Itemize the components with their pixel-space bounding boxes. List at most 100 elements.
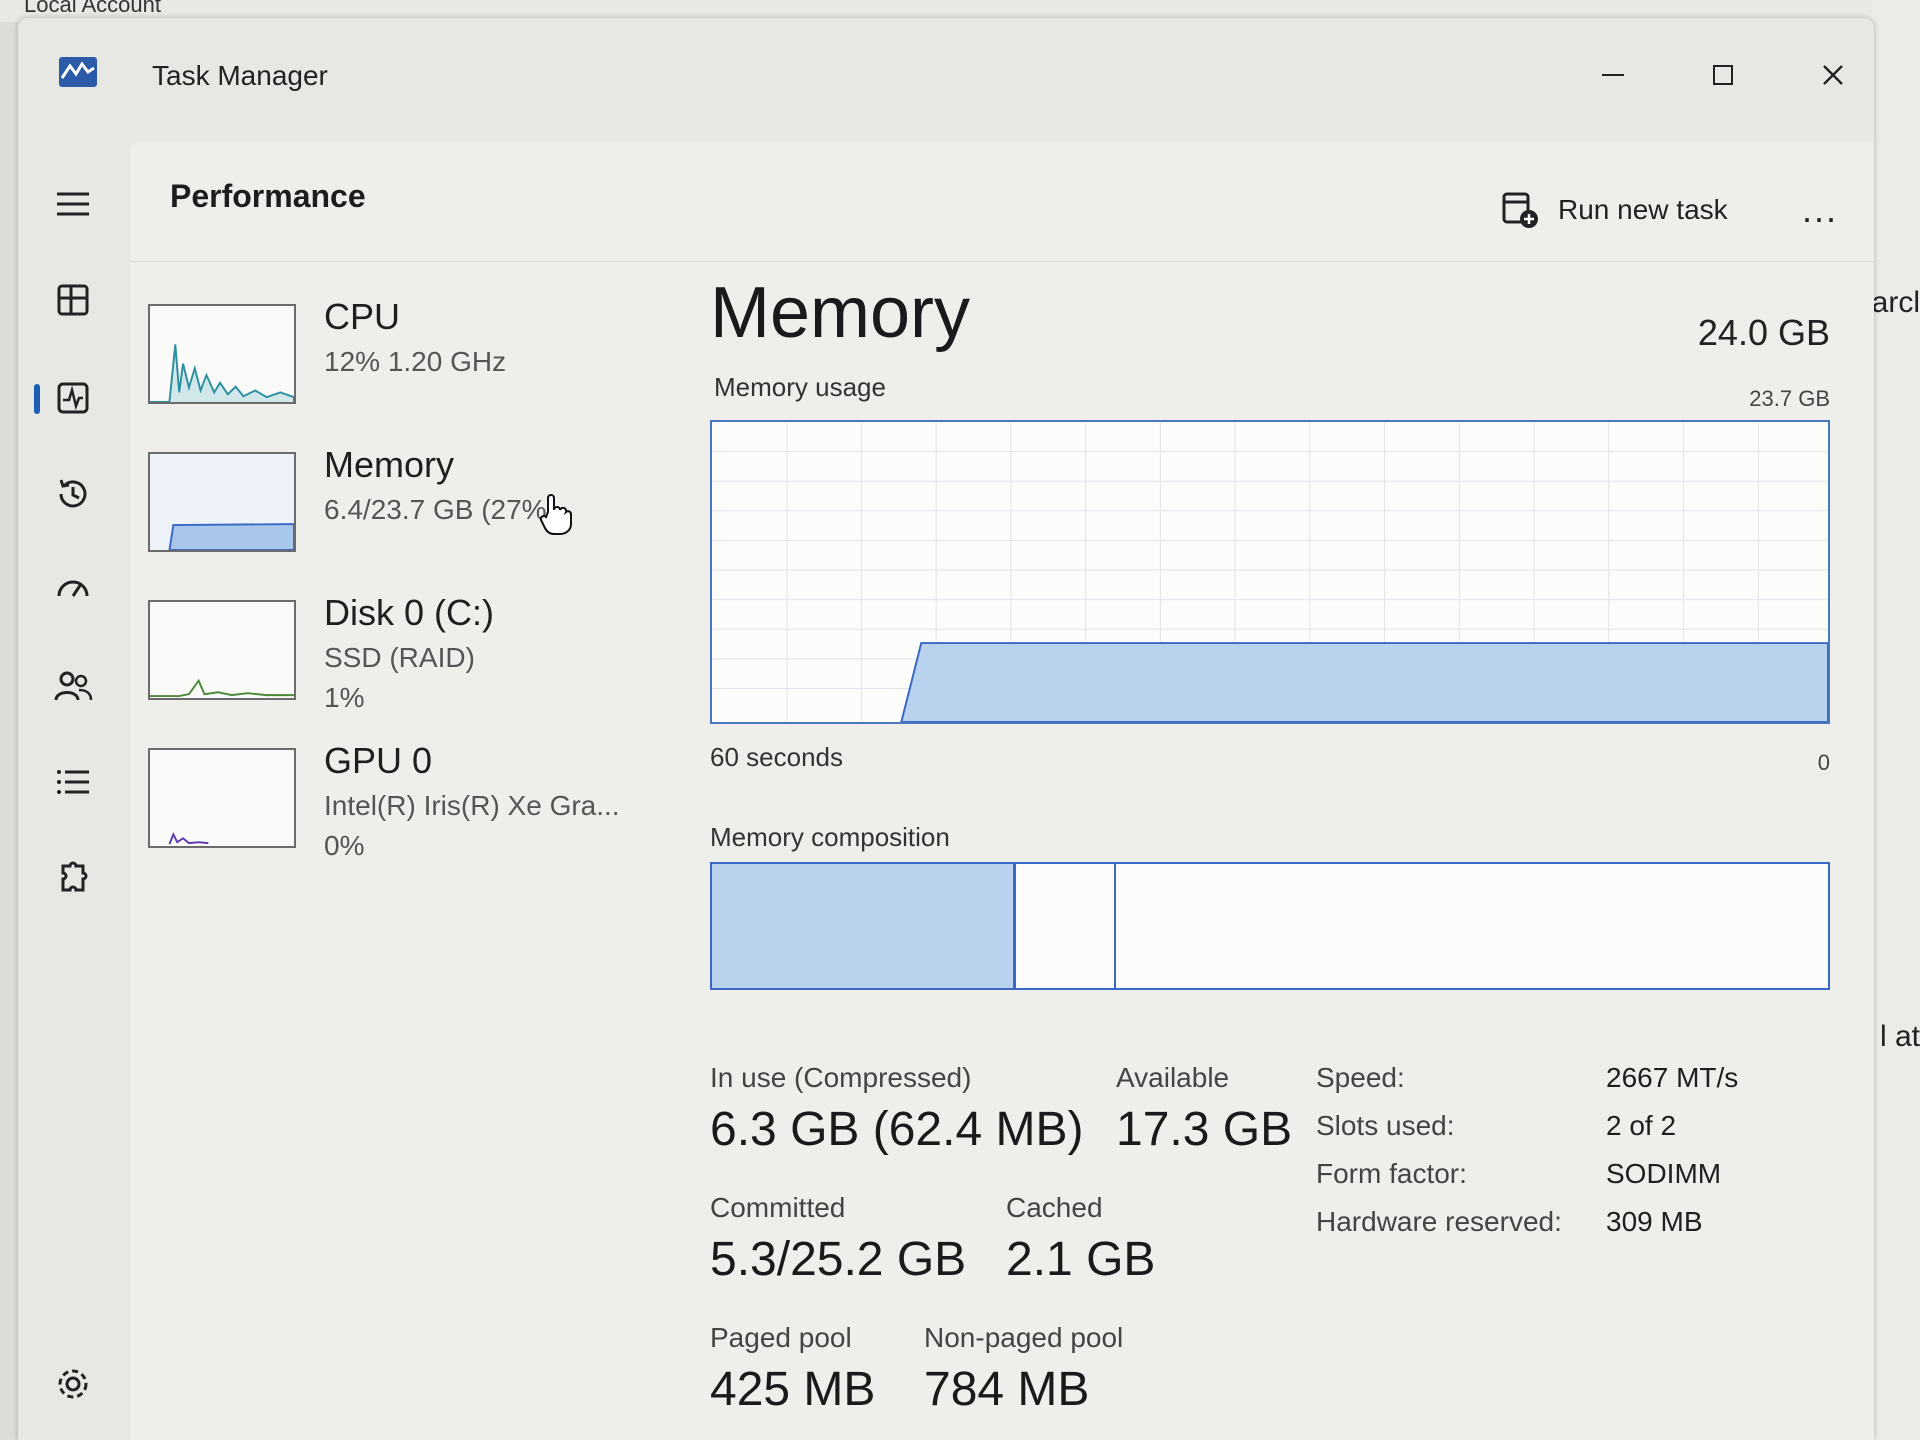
resource-detail: Intel(R) Iris(R) Xe Gra... <box>324 790 620 821</box>
stat-label: Paged pool <box>710 1322 852 1353</box>
run-task-icon <box>1502 192 1538 228</box>
resource-name: Disk 0 (C:) <box>324 592 494 633</box>
hamburger-menu-button[interactable] <box>38 174 108 234</box>
nav-users[interactable] <box>38 656 108 716</box>
resource-item-gpu[interactable]: GPU 0 Intel(R) Iris(R) Xe Gra... 0% <box>148 736 668 884</box>
minimize-button[interactable] <box>1578 48 1648 102</box>
stat-label: Available <box>1116 1062 1230 1093</box>
resource-usage: 1% <box>324 682 365 713</box>
spec-key: Slots used: <box>1316 1110 1455 1141</box>
stat-available: Available 17.3 GB <box>1116 1062 1292 1157</box>
resource-item-memory[interactable]: Memory 6.4/23.7 GB (27%) <box>148 440 668 588</box>
spec-key: Speed: <box>1316 1062 1405 1093</box>
processes-icon <box>57 284 89 316</box>
performance-content: Performance Run new task ... CPU 12% 1.2… <box>130 142 1874 1440</box>
memory-thumbnail-graph <box>148 452 296 552</box>
resource-item-cpu[interactable]: CPU 12% 1.20 GHz <box>148 292 668 440</box>
memory-title: Memory <box>710 273 971 353</box>
resource-name: Memory <box>324 444 455 485</box>
resource-detail: 12% 1.20 GHz <box>324 346 507 377</box>
memory-total: 24.0 GB <box>1697 312 1830 353</box>
memory-usage-area <box>900 642 1828 722</box>
spec-row-hardware-reserved: Hardware reserved: 309 MB <box>1316 1206 1738 1254</box>
task-manager-app-icon <box>59 57 97 87</box>
composition-modified-segment <box>1016 864 1116 988</box>
services-puzzle-icon <box>61 861 88 892</box>
stat-label: Non-paged pool <box>924 1322 1124 1353</box>
stat-cached: Cached 2.1 GB <box>1006 1192 1155 1287</box>
stat-value: 425 MB <box>710 1363 876 1416</box>
nav-app-history[interactable] <box>38 464 108 524</box>
nav-services[interactable] <box>38 848 108 908</box>
chart-time-span: 60 seconds <box>710 742 843 772</box>
spec-value: 2 of 2 <box>1606 1110 1677 1141</box>
active-indicator <box>34 384 40 414</box>
nav-processes[interactable] <box>38 270 108 330</box>
resource-name: GPU 0 <box>324 740 433 781</box>
gear-icon <box>58 1369 88 1399</box>
stat-paged-pool: Paged pool 425 MB <box>710 1322 875 1417</box>
close-button[interactable] <box>1798 48 1868 102</box>
stat-label: In use (Compressed) <box>710 1062 972 1093</box>
nav-details[interactable] <box>38 752 108 812</box>
resource-item-disk[interactable]: Disk 0 (C:) SSD (RAID) 1% <box>148 588 668 736</box>
spec-row-speed: Speed: 2667 MT/s <box>1316 1062 1738 1110</box>
page-title: Performance <box>170 178 366 214</box>
startup-speedometer-icon <box>57 580 89 597</box>
more-options-button[interactable]: ... <box>1790 189 1850 230</box>
page-header: Performance Run new task ... <box>130 142 1874 262</box>
nav-startup-apps[interactable] <box>38 560 108 620</box>
nav-performance[interactable] <box>34 368 108 428</box>
spec-key: Hardware reserved: <box>1316 1206 1562 1237</box>
task-manager-window: Task Manager Performance Run new task ..… <box>18 18 1874 1440</box>
stat-value: 784 MB <box>924 1363 1090 1416</box>
navigation-sidebar <box>18 158 130 1438</box>
details-list-icon <box>57 770 89 794</box>
memory-composition-bar <box>710 862 1830 990</box>
spec-value: SODIMM <box>1606 1158 1722 1189</box>
title-bar[interactable]: Task Manager <box>18 18 1874 128</box>
run-new-task-label: Run new task <box>1558 194 1728 225</box>
stat-value: 2.1 GB <box>1006 1233 1156 1286</box>
window-title: Task Manager <box>152 60 328 91</box>
spec-row-form-factor: Form factor: SODIMM <box>1316 1158 1738 1206</box>
memory-usage-max: 23.7 GB <box>1749 386 1830 411</box>
gpu-thumbnail-graph <box>148 748 296 848</box>
background-window-right: arcl l at <box>1872 0 1920 1440</box>
maximize-button[interactable] <box>1688 48 1758 102</box>
disk-thumbnail-graph <box>148 600 296 700</box>
stat-in-use: In use (Compressed) 6.3 GB (62.4 MB) <box>710 1062 1083 1157</box>
spec-key: Form factor: <box>1316 1158 1467 1189</box>
stat-value: 17.3 GB <box>1116 1103 1293 1156</box>
spec-value: 2667 MT/s <box>1606 1062 1739 1093</box>
memory-composition-label: Memory composition <box>710 822 950 852</box>
stat-committed: Committed 5.3/25.2 GB <box>710 1192 966 1287</box>
users-icon <box>54 671 93 701</box>
background-text: Local Account <box>24 0 161 17</box>
hand-cursor-icon <box>539 494 572 535</box>
hamburger-icon <box>57 192 89 216</box>
minimize-icon <box>1602 74 1624 76</box>
spec-value: 309 MB <box>1606 1206 1703 1237</box>
resource-detail: SSD (RAID) <box>324 642 475 673</box>
spec-row-slots: Slots used: 2 of 2 <box>1316 1110 1738 1158</box>
close-icon <box>1823 65 1843 85</box>
run-new-task-button[interactable]: Run new task <box>1500 186 1728 234</box>
chart-zero-label: 0 <box>1817 750 1830 775</box>
memory-usage-chart <box>710 420 1830 724</box>
performance-resource-list: CPU 12% 1.20 GHz Memory 6.4/23.7 GB (27%… <box>148 292 668 884</box>
stat-value: 6.3 GB (62.4 MB) <box>710 1103 1084 1156</box>
history-icon <box>59 479 87 508</box>
stat-non-paged-pool: Non-paged pool 784 MB <box>924 1322 1123 1417</box>
resource-name: CPU <box>324 296 401 337</box>
nav-settings[interactable] <box>38 1354 108 1414</box>
resource-detail: 6.4/23.7 GB (27%) <box>324 494 556 525</box>
maximize-icon <box>1713 65 1733 85</box>
stat-label: Cached <box>1006 1192 1103 1223</box>
resource-usage: 0% <box>324 830 365 861</box>
stat-label: Committed <box>710 1192 846 1223</box>
composition-in-use-segment <box>712 864 1016 988</box>
performance-icon <box>57 382 89 414</box>
background-text: arcl <box>1871 286 1920 319</box>
background-text: l at <box>1879 1020 1920 1053</box>
